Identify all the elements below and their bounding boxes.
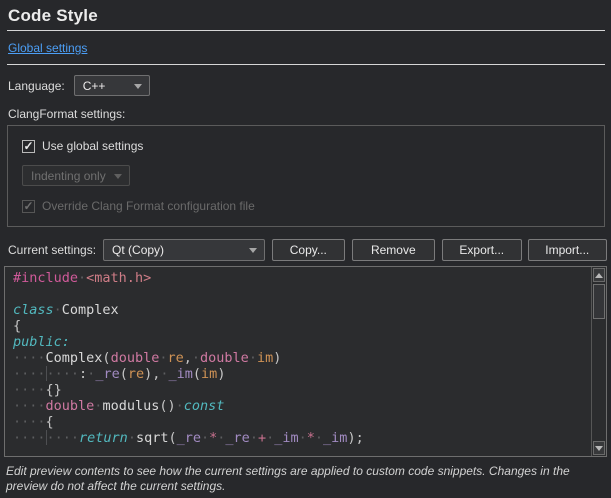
- global-settings-link[interactable]: Global settings: [8, 41, 87, 55]
- current-settings-select[interactable]: Qt (Copy): [103, 239, 265, 261]
- clangformat-mode-value: Indenting only: [31, 169, 106, 183]
- use-global-settings-label: Use global settings: [42, 139, 143, 153]
- code-content[interactable]: #include·<math.h>class·Complex{public:··…: [5, 270, 590, 456]
- code-preview-editor[interactable]: #include·<math.h>class·Complex{public:··…: [4, 266, 607, 457]
- footer-note: Edit preview contents to see how the cur…: [6, 464, 603, 494]
- scroll-down-button[interactable]: [593, 441, 605, 455]
- current-settings-value: Qt (Copy): [112, 243, 164, 257]
- vertical-scrollbar[interactable]: [591, 267, 606, 456]
- import-button[interactable]: Import...: [528, 239, 607, 261]
- language-row: Language: C++: [8, 75, 603, 96]
- code-style-pane: Code Style Global settings Language: C++…: [0, 0, 611, 498]
- scroll-up-button[interactable]: [593, 268, 605, 282]
- code-line: ····Complex(double·re,·double·im): [13, 350, 590, 366]
- clangformat-section-label: ClangFormat settings:: [8, 107, 603, 121]
- code-line: {: [13, 318, 590, 334]
- export-button[interactable]: Export...: [442, 239, 521, 261]
- override-config-checkbox: ✓ Override Clang Format configuration fi…: [22, 199, 590, 213]
- clangformat-mode-select: Indenting only: [22, 165, 130, 186]
- code-line: ····{}: [13, 382, 590, 398]
- language-selected-value: C++: [83, 79, 106, 93]
- arrow-down-icon: [595, 446, 603, 451]
- chevron-down-icon: [134, 84, 142, 89]
- copy-button[interactable]: Copy...: [272, 239, 345, 261]
- language-select[interactable]: C++: [74, 75, 150, 96]
- checkbox-checked-icon: ✓: [22, 200, 35, 213]
- page-title: Code Style: [8, 6, 603, 26]
- override-config-label: Override Clang Format configuration file: [42, 199, 255, 213]
- code-line: ········:·_re(re),·_im(im): [13, 366, 590, 382]
- chevron-down-icon: [249, 248, 257, 253]
- chevron-down-icon: [114, 174, 122, 179]
- code-line: [13, 286, 590, 302]
- current-settings-row: Current settings: Qt (Copy) Copy... Remo…: [8, 239, 607, 261]
- checkbox-checked-icon: ✓: [22, 140, 35, 153]
- code-line: class·Complex: [13, 302, 590, 318]
- link-divider: [7, 64, 605, 65]
- code-line: ····{: [13, 414, 590, 430]
- scrollbar-thumb[interactable]: [593, 284, 605, 319]
- arrow-up-icon: [595, 273, 603, 278]
- clangformat-groupbox: ✓ Use global settings Indenting only ✓ O…: [7, 125, 605, 227]
- code-line: ········return·sqrt(_re·*·_re·+·_im·*·_i…: [13, 430, 590, 446]
- code-line: public:: [13, 334, 590, 350]
- current-settings-label: Current settings:: [8, 243, 96, 257]
- code-line: #include·<math.h>: [13, 270, 590, 286]
- code-line: ····double·modulus()·const: [13, 398, 590, 414]
- language-label: Language:: [8, 79, 65, 93]
- remove-button[interactable]: Remove: [352, 239, 435, 261]
- use-global-settings-checkbox[interactable]: ✓ Use global settings: [22, 139, 590, 153]
- title-divider: [7, 30, 605, 31]
